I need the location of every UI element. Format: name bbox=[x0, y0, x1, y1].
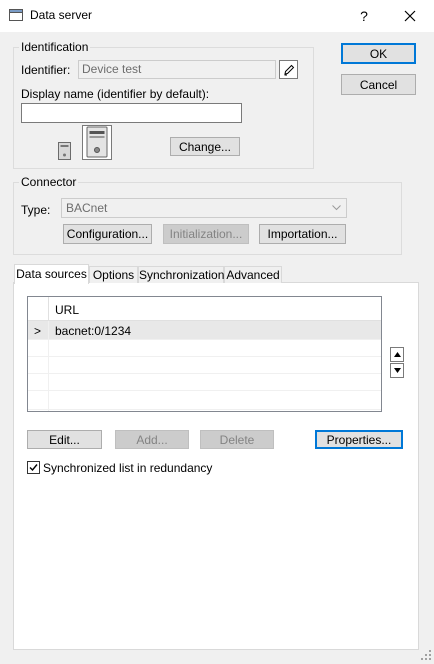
identification-legend: Identification bbox=[19, 40, 91, 54]
change-button[interactable]: Change... bbox=[170, 137, 240, 156]
connector-group bbox=[13, 182, 402, 255]
row-marker: > bbox=[34, 324, 42, 338]
sync-checkbox-label[interactable]: Synchronized list in redundancy bbox=[43, 461, 212, 475]
empty-row bbox=[28, 340, 381, 357]
move-up-button[interactable] bbox=[390, 347, 404, 362]
url-column-header[interactable]: URL bbox=[55, 303, 79, 317]
row-url: bacnet:0/1234 bbox=[55, 324, 132, 338]
identifier-label: Identifier: bbox=[21, 63, 71, 77]
window-title: Data server bbox=[30, 8, 93, 22]
importation-button[interactable]: Importation... bbox=[259, 224, 346, 244]
properties-button[interactable]: Properties... bbox=[315, 430, 403, 449]
edit-identifier-button[interactable] bbox=[279, 60, 298, 79]
help-button[interactable]: ? bbox=[352, 5, 376, 27]
empty-row bbox=[28, 374, 381, 391]
tab-advanced[interactable]: Advanced bbox=[224, 266, 282, 283]
data-sources-list[interactable]: URL > bacnet:0/1234 bbox=[27, 296, 382, 412]
row-divider bbox=[48, 321, 49, 411]
display-name-label: Display name (identifier by default): bbox=[21, 87, 210, 101]
identifier-field: Device test bbox=[78, 60, 276, 79]
close-icon bbox=[404, 10, 416, 22]
arrow-up-icon bbox=[393, 352, 401, 357]
resize-grip[interactable] bbox=[420, 649, 432, 664]
add-button[interactable]: Add... bbox=[115, 430, 189, 449]
tab-data-sources[interactable]: Data sources bbox=[14, 264, 89, 284]
pencil-icon bbox=[283, 64, 294, 75]
delete-button[interactable]: Delete bbox=[200, 430, 274, 449]
arrow-down-icon bbox=[393, 368, 401, 373]
server-icon bbox=[86, 126, 108, 158]
type-select: BACnet bbox=[61, 198, 347, 218]
display-name-input[interactable] bbox=[21, 103, 242, 123]
window-icon bbox=[9, 9, 23, 21]
empty-row bbox=[28, 357, 381, 374]
configuration-button[interactable]: Configuration... bbox=[63, 224, 152, 244]
small-server-icon bbox=[58, 142, 71, 163]
server-image-button[interactable] bbox=[82, 125, 112, 160]
cancel-button[interactable]: Cancel bbox=[341, 74, 416, 95]
chevron-down-icon bbox=[332, 205, 341, 211]
table-row[interactable]: > bacnet:0/1234 bbox=[28, 321, 381, 340]
edit-button[interactable]: Edit... bbox=[27, 430, 102, 449]
close-button[interactable] bbox=[396, 5, 424, 27]
type-label: Type: bbox=[21, 203, 51, 217]
tab-options[interactable]: Options bbox=[89, 266, 138, 283]
checkmark-icon bbox=[29, 464, 38, 472]
tab-synchronization[interactable]: Synchronization bbox=[138, 266, 224, 283]
sync-checkbox[interactable] bbox=[27, 461, 40, 474]
ok-button[interactable]: OK bbox=[341, 43, 416, 64]
move-down-button[interactable] bbox=[390, 363, 404, 378]
type-select-value: BACnet bbox=[66, 201, 108, 215]
connector-legend: Connector bbox=[19, 175, 79, 189]
initialization-button[interactable]: Initialization... bbox=[163, 224, 249, 244]
empty-row bbox=[28, 391, 381, 410]
list-header: URL bbox=[28, 297, 381, 321]
